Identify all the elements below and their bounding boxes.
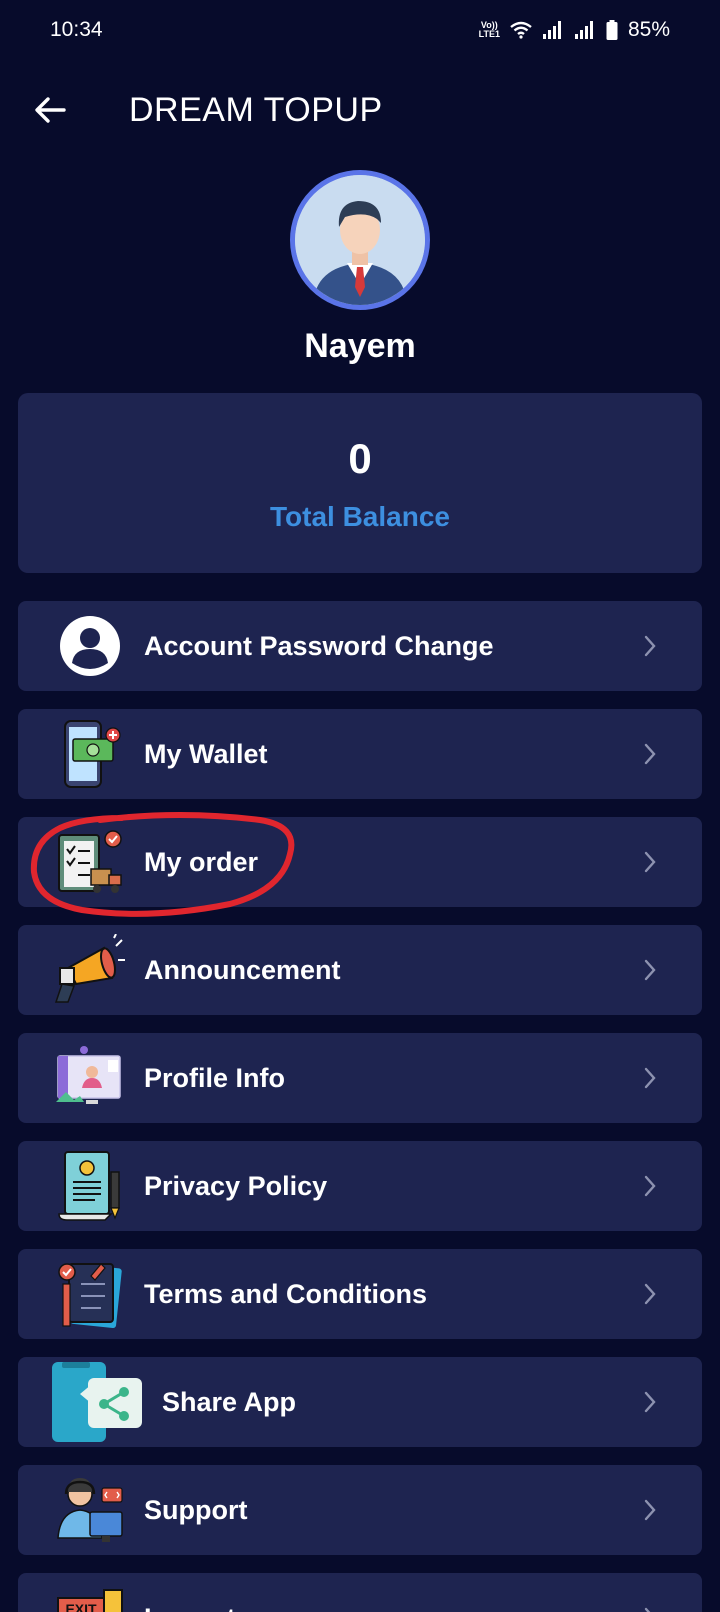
chevron-right-icon <box>644 635 656 657</box>
chevron-right-icon <box>644 1607 651 1612</box>
menu-label: Profile Info <box>144 1063 285 1093</box>
menu-label: Account Password Change <box>144 631 494 661</box>
policy-document-icon <box>54 1150 126 1222</box>
battery-icon <box>606 20 618 40</box>
share-icon <box>50 1360 146 1444</box>
menu-label: Logout <box>144 1603 235 1612</box>
chevron-right-icon <box>644 1283 656 1305</box>
menu-label: Support <box>144 1495 248 1525</box>
menu-item-support[interactable]: Support <box>18 1465 702 1555</box>
menu-item-my-wallet[interactable]: My Wallet <box>18 709 702 799</box>
app-bar: DREAM TOPUP <box>0 72 720 148</box>
status-time: 10:34 <box>50 18 103 41</box>
menu-item-share-app[interactable]: Share App <box>18 1357 702 1447</box>
signal-icon-2 <box>574 21 593 39</box>
svg-text:EXIT: EXIT <box>65 1601 97 1612</box>
user-circle-icon <box>54 610 126 682</box>
wallet-phone-icon <box>54 718 126 790</box>
chevron-right-icon <box>644 959 656 981</box>
volte-indicator: Vo)) LTE1 <box>478 20 500 39</box>
menu-label: My order <box>144 847 259 877</box>
battery-percent: 85% <box>627 18 670 41</box>
chevron-right-icon <box>644 1499 656 1521</box>
menu-item-account-password-change[interactable]: Account Password Change <box>18 601 702 691</box>
support-agent-icon <box>54 1474 126 1546</box>
megaphone-icon <box>54 934 126 1006</box>
menu-item-profile-info[interactable]: Profile Info <box>18 1033 702 1123</box>
signal-icon <box>542 21 561 39</box>
settings-menu: Account Password Change My Wallet My ord… <box>18 601 702 1612</box>
chevron-right-icon <box>644 851 656 873</box>
menu-label: Terms and Conditions <box>144 1279 428 1309</box>
balance-card: 0 Total Balance <box>18 393 702 573</box>
status-bar: 10:34 Vo)) LTE1 85% <box>0 0 720 60</box>
exit-door-icon: EXIT <box>54 1582 126 1612</box>
chevron-right-icon <box>644 1391 656 1413</box>
menu-item-terms-and-conditions[interactable]: Terms and Conditions <box>18 1249 702 1339</box>
menu-label: My Wallet <box>144 739 268 769</box>
chevron-right-icon <box>644 743 656 765</box>
chevron-right-icon <box>644 1067 656 1089</box>
profile-screen-icon <box>54 1042 126 1114</box>
avatar[interactable] <box>290 170 430 310</box>
back-button[interactable] <box>30 90 70 130</box>
arrow-left-icon <box>35 97 66 123</box>
terms-checklist-icon <box>54 1258 126 1330</box>
balance-label: Total Balance <box>270 501 450 532</box>
menu-label: Privacy Policy <box>144 1171 328 1201</box>
page-title: DREAM TOPUP <box>129 91 383 129</box>
wifi-icon <box>510 21 532 39</box>
menu-item-privacy-policy[interactable]: Privacy Policy <box>18 1141 702 1231</box>
businessman-avatar-icon <box>295 175 425 305</box>
order-clipboard-icon <box>54 826 126 898</box>
menu-item-my-order[interactable]: My order <box>18 817 702 907</box>
menu-label: Announcement <box>144 955 341 985</box>
user-name: Nayem <box>304 327 416 365</box>
status-icons: Vo)) LTE1 85% <box>479 18 670 42</box>
menu-item-logout[interactable]: EXIT Logout <box>18 1573 702 1612</box>
balance-value: 0 <box>348 435 372 482</box>
menu-label: Share App <box>162 1387 297 1417</box>
chevron-right-icon <box>644 1175 656 1197</box>
menu-item-announcement[interactable]: Announcement <box>18 925 702 1015</box>
